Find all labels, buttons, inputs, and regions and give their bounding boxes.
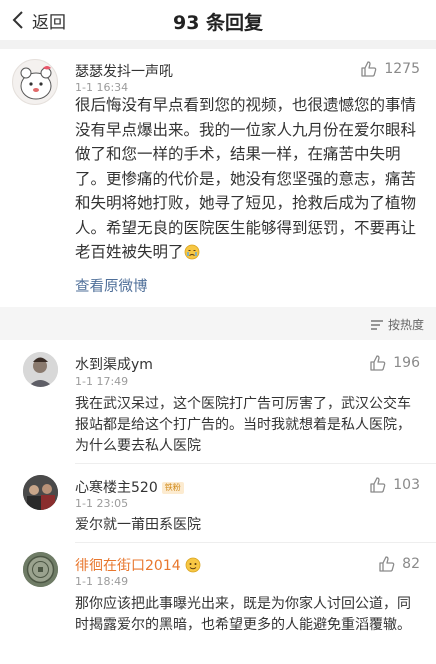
reply-body: 我在武汉呆过，这个医院打广告可厉害了，武汉公交车报站都是给这个打广告的。当时我就… bbox=[75, 396, 411, 454]
like-button[interactable]: 196 bbox=[369, 354, 420, 372]
reply-timestamp: 1-1 18:49 bbox=[75, 575, 129, 588]
thumbs-up-icon bbox=[379, 556, 395, 572]
reply-body: 爱尔就一莆田系医院 bbox=[75, 517, 201, 533]
like-count: 103 bbox=[393, 477, 420, 493]
divider bbox=[75, 463, 436, 464]
sort-bar: 按热度 bbox=[0, 307, 436, 340]
reply-username[interactable]: 心寒楼主520 铁粉 bbox=[75, 477, 184, 497]
reply-timestamp: 1-1 17:49 bbox=[75, 375, 129, 388]
comment-text: 很后悔没有早点看到您的视频，也很遗憾您的事情没有早点爆出来。我的一位家人九月份在… bbox=[75, 96, 417, 261]
page-title: 93 条回复 bbox=[172, 12, 264, 34]
reply-timestamp: 1-1 23:05 bbox=[75, 497, 129, 510]
comment-body: 很后悔没有早点看到您的视频，也很遗憾您的事情没有早点爆出来。我的一位家人九月份在… bbox=[75, 93, 420, 265]
reply-body: 那你应该把此事曝光出来，既是为你家人讨回公道，同时揭露爱尔的黑暗，也希望更多的人… bbox=[75, 596, 411, 633]
like-button[interactable]: 82 bbox=[378, 555, 420, 573]
like-count: 196 bbox=[393, 355, 420, 371]
thumbs-up-icon bbox=[361, 61, 377, 77]
person-photo-icon bbox=[23, 352, 58, 387]
avatar[interactable] bbox=[23, 352, 58, 387]
top-nav: 返回 93 条回复 bbox=[0, 0, 436, 40]
reply-username-text: 心寒楼主520 bbox=[75, 480, 158, 496]
avatar[interactable] bbox=[12, 59, 58, 105]
section-divider bbox=[0, 40, 436, 49]
avatar[interactable] bbox=[23, 475, 58, 510]
reply-username[interactable]: 徘徊在街口2014 bbox=[75, 555, 201, 575]
vip-emoji-icon bbox=[185, 557, 201, 573]
sort-label: 按热度 bbox=[387, 318, 424, 332]
comment-username[interactable]: 瑟瑟发抖一声吼 bbox=[75, 61, 173, 81]
like-button[interactable]: 103 bbox=[369, 476, 420, 494]
fan-badge: 铁粉 bbox=[161, 482, 184, 494]
like-count: 1275 bbox=[384, 61, 420, 77]
like-count: 82 bbox=[402, 556, 420, 572]
reply-username[interactable]: 水到渠成ym bbox=[75, 354, 153, 374]
coin-photo-icon bbox=[23, 552, 58, 587]
group-photo-icon bbox=[23, 475, 58, 510]
divider bbox=[75, 542, 436, 543]
avatar[interactable] bbox=[23, 552, 58, 587]
sort-by-hot-button[interactable]: 按热度 bbox=[370, 316, 424, 333]
reply-username-text: 徘徊在街口2014 bbox=[75, 558, 181, 574]
like-button[interactable]: 1275 bbox=[360, 60, 420, 78]
view-original-link[interactable]: 查看原微博 bbox=[75, 275, 148, 296]
thumbs-up-icon bbox=[370, 477, 386, 493]
crying-emoji-icon bbox=[184, 244, 199, 260]
main-comment: 瑟瑟发抖一声吼 1-1 16:34 1275 很后悔没有早点看到您的视频，也很遗… bbox=[0, 49, 436, 307]
thumbs-up-icon bbox=[370, 355, 386, 371]
sort-icon bbox=[370, 319, 383, 330]
cartoon-avatar-icon bbox=[20, 66, 52, 100]
